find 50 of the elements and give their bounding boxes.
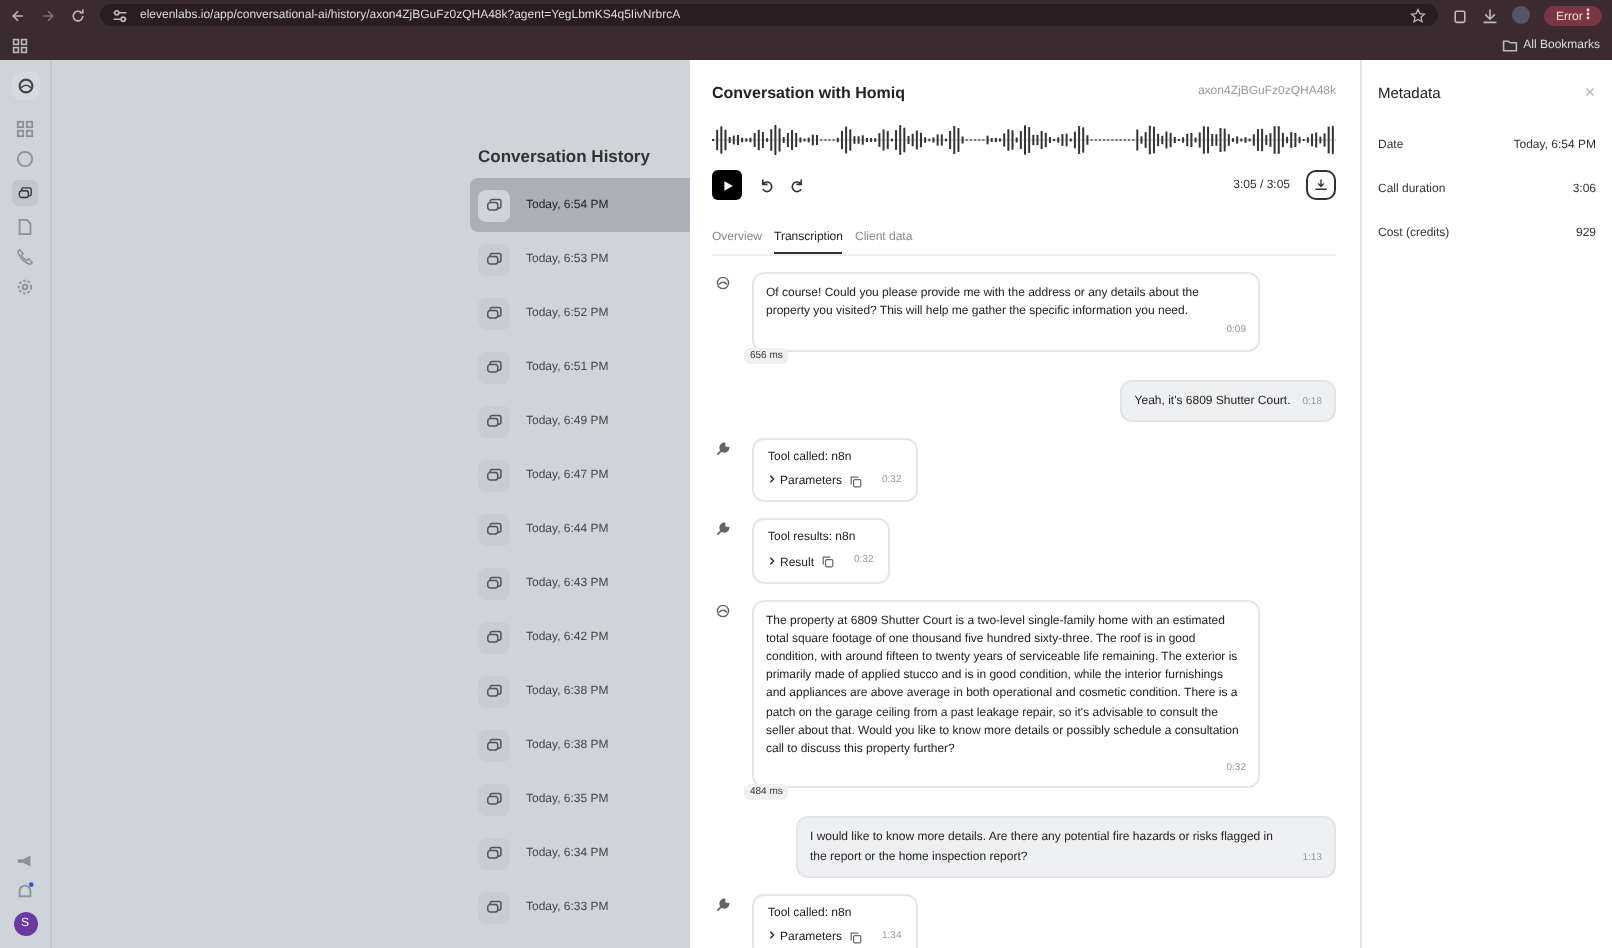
chat-icon: [484, 520, 504, 538]
extensions-icon[interactable]: [1451, 7, 1468, 23]
wrench-icon: [716, 522, 730, 537]
download-icon[interactable]: [1481, 7, 1498, 23]
close-icon: [1584, 86, 1596, 98]
chevron-icon: [768, 474, 776, 485]
audio-waveform[interactable]: [712, 124, 1336, 156]
chevron-icon: [768, 930, 776, 941]
play-icon: [721, 179, 733, 191]
chat-icon: [484, 736, 504, 754]
chat-icon: [484, 790, 504, 808]
chat-icon: [484, 358, 504, 376]
folder-icon: [1501, 37, 1518, 53]
download-icon: [1314, 178, 1328, 192]
copy-icon[interactable]: [850, 475, 863, 488]
chat-icon: [484, 628, 504, 646]
logo-button[interactable]: [11, 72, 39, 100]
chat-icon: [484, 682, 504, 700]
rewind-button[interactable]: [758, 177, 774, 193]
redo-icon: [790, 177, 806, 193]
logo-icon: [17, 78, 33, 94]
chat-icon: [484, 196, 504, 214]
apps-grid-icon[interactable]: [12, 37, 28, 53]
wrench-icon: [716, 441, 730, 456]
chevron-icon: [768, 555, 776, 566]
rewind-icon: [758, 177, 774, 193]
chat-icon: [484, 412, 504, 430]
chat-icon: [484, 304, 504, 322]
play-button[interactable]: [712, 170, 742, 200]
bell-icon[interactable]: [16, 882, 34, 900]
chat-icon: [484, 844, 504, 862]
agent-avatar-icon: [716, 276, 730, 290]
wrench-icon: [716, 897, 730, 912]
agent-avatar-icon: [716, 603, 730, 618]
copy-icon[interactable]: [850, 931, 863, 944]
reload-icon[interactable]: [70, 7, 86, 23]
history-title: Conversation History: [478, 146, 652, 166]
chat-icon: [484, 250, 504, 268]
conversation-title: Conversation with Homiq: [712, 83, 905, 101]
forward-icon[interactable]: [40, 7, 56, 23]
chat-icon: [484, 466, 504, 484]
site-settings-icon[interactable]: [112, 7, 128, 23]
copy-icon[interactable]: [822, 556, 835, 569]
conversations-icon[interactable]: [12, 180, 38, 206]
chat-icon: [484, 574, 504, 592]
chat-icon: [484, 898, 504, 916]
forward-button[interactable]: [790, 177, 806, 193]
back-icon[interactable]: [10, 7, 26, 23]
download-button[interactable]: [1306, 170, 1336, 200]
star-icon[interactable]: [1409, 7, 1426, 23]
